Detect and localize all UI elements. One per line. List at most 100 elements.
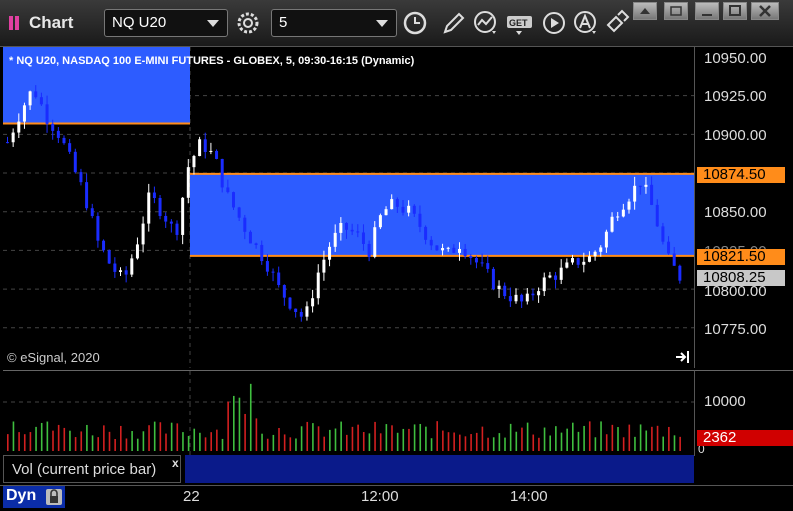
volume-bar [555, 426, 557, 451]
candle-body [655, 204, 659, 227]
minimize-button[interactable] [695, 2, 719, 20]
candle-body [209, 150, 213, 152]
candle-body [452, 247, 456, 253]
volume-label-box[interactable]: Vol (current price bar) x [3, 455, 181, 483]
candle-body [514, 294, 518, 302]
volume-bar [295, 438, 297, 451]
time-button[interactable] [402, 9, 430, 37]
candle-body [627, 201, 631, 210]
candle-body [650, 184, 654, 205]
link-window-button[interactable] [664, 2, 688, 20]
volume-bar [425, 426, 427, 451]
candle-body [11, 132, 15, 143]
candle-body [288, 297, 292, 309]
volume-bar [622, 437, 625, 451]
candle-body [356, 231, 360, 233]
candle-body [446, 247, 450, 249]
pin-window-button[interactable] [633, 2, 657, 20]
volume-bar [509, 423, 512, 451]
price-chart-canvas[interactable] [3, 47, 694, 368]
volume-bar [159, 422, 162, 451]
candle-body [407, 205, 411, 213]
volume-bar [312, 423, 314, 451]
candle-body [435, 245, 439, 251]
volume-bar [7, 434, 9, 451]
volume-bar [108, 431, 111, 451]
candle-body [469, 256, 473, 258]
volume-bar [114, 438, 116, 451]
price-chart[interactable]: * NQ U20, NASDAQ 100 E-MINI FUTURES - GL… [3, 47, 694, 368]
candle-body [158, 198, 162, 216]
interval-value: 5 [279, 14, 288, 31]
scroll-to-end-icon[interactable] [675, 350, 691, 364]
candle-body [508, 296, 512, 302]
maximize-button[interactable] [723, 2, 747, 20]
volume-bar [492, 437, 495, 451]
candle-body [531, 293, 535, 296]
candle-body [215, 150, 219, 159]
volume-bar [572, 422, 574, 451]
candle-body [22, 105, 26, 122]
time-axis[interactable]: 22 12:00 14:00 [0, 485, 793, 511]
close-icon[interactable]: x [172, 456, 179, 470]
dynamic-mode-badge[interactable]: Dyn [3, 486, 65, 508]
candle-body [593, 251, 597, 257]
volume-bar [165, 433, 167, 451]
candle-body [248, 231, 252, 244]
candle-body [141, 223, 145, 245]
settings-button[interactable] [234, 9, 262, 37]
get-button[interactable]: GET [506, 9, 534, 37]
symbol-combo[interactable]: NQ U20 [104, 9, 228, 37]
volume-bar [176, 423, 179, 451]
volume-bar [668, 426, 670, 451]
price-tick-label: 10950.00 [704, 50, 767, 67]
volume-bar [317, 426, 320, 451]
volume-bar [142, 431, 145, 451]
candle-body [34, 91, 38, 98]
volume-chart[interactable] [3, 370, 694, 456]
candle-body [678, 265, 682, 281]
volume-bar [413, 424, 416, 451]
volume-bar [459, 434, 461, 451]
volume-bar [577, 431, 580, 451]
candle-body [316, 272, 320, 299]
alerts-button[interactable] [572, 9, 600, 37]
volume-bar [419, 423, 422, 451]
last-price-tag: 10808.25 [697, 270, 785, 286]
draw-button[interactable] [440, 9, 468, 37]
price-axis[interactable]: 10950.00 10925.00 10900.00 10850.00 1082… [694, 47, 793, 368]
volume-study-label: Vol (current price bar) [12, 461, 157, 478]
play-button[interactable] [540, 9, 568, 37]
candle-body [73, 151, 77, 173]
lock-icon [46, 489, 62, 505]
interval-combo[interactable]: 5 [271, 9, 397, 37]
candle-body [220, 158, 224, 188]
close-button[interactable] [751, 2, 779, 20]
candle-body [604, 231, 608, 248]
volume-bar [656, 425, 659, 451]
candle-body [6, 142, 9, 144]
candle-body [254, 243, 258, 245]
candle-body [644, 184, 648, 187]
volume-chart-canvas[interactable] [3, 371, 694, 456]
volume-bar [52, 430, 54, 451]
candle-body [463, 248, 467, 257]
volume-bar [136, 438, 139, 451]
candle-body [311, 298, 315, 307]
volume-bar [334, 428, 337, 451]
candle-body [79, 172, 83, 183]
link-button[interactable] [604, 9, 632, 37]
candle-body [412, 205, 416, 214]
volume-bar [193, 428, 196, 451]
volume-bar [487, 437, 489, 451]
candle-body [102, 240, 106, 251]
candle-body [520, 294, 524, 302]
volume-bar [216, 429, 218, 451]
volume-bar [12, 421, 15, 451]
candle-body [582, 261, 586, 265]
volume-axis: 10000 0 2362 [694, 370, 793, 456]
candle-body [164, 215, 168, 222]
volume-bar [125, 438, 128, 451]
volume-strip [185, 455, 694, 483]
studies-button[interactable] [472, 9, 500, 37]
